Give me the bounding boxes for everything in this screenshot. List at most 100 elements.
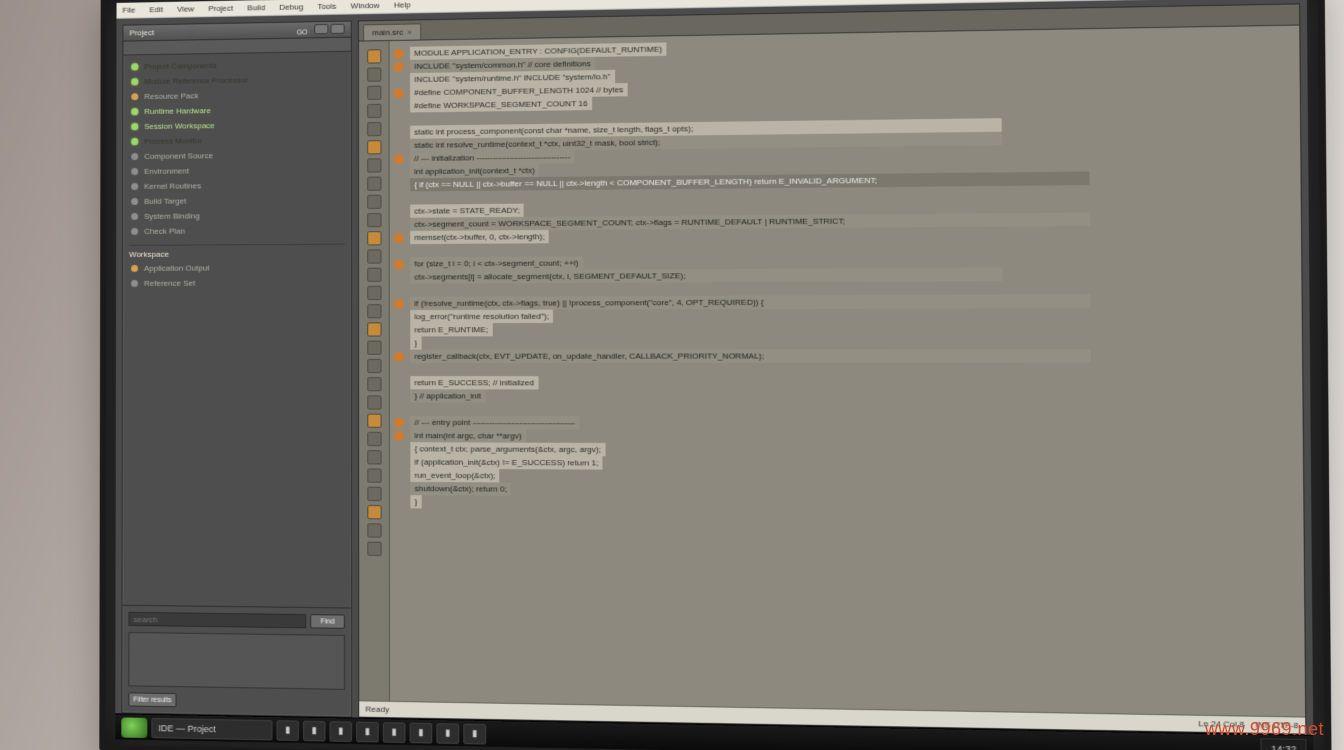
breakpoint-icon[interactable]: [394, 127, 404, 137]
gutter-marker-icon[interactable]: [367, 432, 381, 446]
breakpoint-icon[interactable]: [394, 246, 404, 256]
breakpoint-icon[interactable]: [394, 167, 404, 177]
menu-item[interactable]: Debug: [279, 2, 303, 11]
gutter-marker-icon[interactable]: [367, 195, 381, 209]
menu-item[interactable]: Project: [208, 4, 233, 13]
tree-item[interactable]: Check Plan: [129, 222, 345, 239]
breakpoint-icon[interactable]: [394, 62, 404, 72]
gutter-marker-icon[interactable]: [367, 286, 381, 300]
taskbar-app-icon[interactable]: ▮: [463, 723, 486, 744]
gutter-marker-icon[interactable]: [367, 158, 381, 172]
search-input[interactable]: [128, 612, 306, 628]
gutter-marker-icon[interactable]: [367, 104, 381, 118]
menu-item[interactable]: File: [122, 6, 135, 15]
gutter-marker-icon[interactable]: [367, 268, 381, 282]
code-line[interactable]: // --- entry point ---------------------…: [394, 416, 1296, 432]
gutter-marker-icon[interactable]: [367, 505, 381, 519]
gutter-marker-icon[interactable]: [367, 395, 381, 409]
breakpoint-icon[interactable]: [394, 298, 404, 308]
breakpoint-icon[interactable]: [394, 325, 404, 335]
gutter-marker-icon[interactable]: [367, 67, 381, 81]
breakpoint-icon[interactable]: [394, 483, 404, 493]
code-line[interactable]: [394, 363, 1296, 377]
breakpoint-icon[interactable]: [394, 378, 404, 388]
taskbar-app-icon[interactable]: ▮: [410, 722, 433, 743]
code-area[interactable]: MODULE APPLICATION_ENTRY : CONFIG(DEFAUL…: [390, 26, 1306, 717]
taskbar-app-icon[interactable]: ▮: [356, 721, 379, 742]
gutter-marker-icon[interactable]: [367, 542, 381, 556]
gutter-marker-icon[interactable]: [367, 450, 381, 464]
breakpoint-icon[interactable]: [394, 470, 404, 480]
breakpoint-icon[interactable]: [394, 154, 404, 164]
gutter-marker-icon[interactable]: [367, 414, 381, 428]
breakpoint-icon[interactable]: [394, 351, 404, 361]
breakpoint-icon[interactable]: [394, 193, 404, 203]
taskbar-app-icon[interactable]: ▮: [436, 723, 459, 744]
breakpoint-icon[interactable]: [394, 206, 404, 216]
breakpoint-icon[interactable]: [394, 430, 404, 440]
gutter-marker-icon[interactable]: [367, 86, 381, 100]
taskbar-app-icon[interactable]: ▮: [383, 722, 406, 743]
gutter-marker-icon[interactable]: [367, 523, 381, 537]
breakpoint-icon[interactable]: [394, 75, 404, 85]
gutter-marker-icon[interactable]: [367, 249, 381, 263]
gutter-marker-icon[interactable]: [367, 487, 381, 501]
gutter-marker-icon[interactable]: [367, 49, 381, 63]
filter-button[interactable]: Filter results: [128, 692, 176, 707]
breakpoint-icon[interactable]: [394, 285, 404, 295]
breakpoint-icon[interactable]: [394, 457, 404, 467]
breakpoint-icon[interactable]: [394, 219, 404, 229]
tree-item[interactable]: Reference Set: [129, 275, 345, 291]
close-icon[interactable]: ×: [407, 28, 412, 37]
breakpoint-icon[interactable]: [394, 114, 404, 124]
breakpoint-icon[interactable]: [394, 391, 404, 401]
tree-item[interactable]: Application Output: [129, 260, 345, 276]
taskbar-app-icon[interactable]: ▮: [303, 720, 325, 741]
taskbar-app-icon[interactable]: ▮: [277, 720, 299, 741]
search-button[interactable]: Find: [310, 614, 345, 629]
breakpoint-icon[interactable]: [394, 312, 404, 322]
editor-tab[interactable]: main.src ×: [363, 23, 421, 40]
gutter-marker-icon[interactable]: [367, 213, 381, 227]
breakpoint-icon[interactable]: [394, 101, 404, 111]
code-line[interactable]: }: [394, 335, 1295, 350]
menu-item[interactable]: Window: [351, 1, 380, 11]
gutter-marker-icon[interactable]: [367, 231, 381, 245]
project-tree[interactable]: Project ComponentsModule Reference Proce…: [123, 52, 351, 608]
menu-item[interactable]: View: [177, 4, 194, 13]
breakpoint-icon[interactable]: [394, 417, 404, 427]
breakpoint-icon[interactable]: [394, 497, 404, 507]
breakpoint-icon[interactable]: [394, 88, 404, 98]
gutter-marker-icon[interactable]: [367, 304, 381, 318]
breakpoint-icon[interactable]: [394, 272, 404, 282]
breakpoint-icon[interactable]: [394, 338, 404, 348]
menu-item[interactable]: Edit: [149, 5, 163, 14]
menu-item[interactable]: Help: [394, 0, 411, 9]
menu-item[interactable]: Build: [247, 3, 265, 12]
tree-item[interactable]: System Binding: [129, 207, 345, 224]
gutter-marker-icon[interactable]: [367, 140, 381, 154]
gutter-marker-icon[interactable]: [367, 322, 381, 336]
gutter-marker-icon[interactable]: [367, 359, 381, 373]
gutter-marker-icon[interactable]: [367, 177, 381, 191]
menu-item[interactable]: Tools: [317, 2, 336, 11]
breakpoint-icon[interactable]: [394, 404, 404, 414]
code-line[interactable]: return E_SUCCESS; // initialized: [394, 376, 1296, 390]
breakpoint-icon[interactable]: [394, 48, 404, 58]
panel-tool-button-2[interactable]: [330, 23, 344, 33]
breakpoint-icon[interactable]: [394, 233, 404, 243]
gutter-marker-icon[interactable]: [367, 341, 381, 355]
panel-tool-button[interactable]: [314, 23, 328, 33]
breakpoint-icon[interactable]: [394, 180, 404, 190]
gutter-marker-icon[interactable]: [367, 468, 381, 482]
gutter-marker-icon[interactable]: [367, 377, 381, 391]
start-button[interactable]: [121, 717, 147, 738]
breakpoint-icon[interactable]: [394, 444, 404, 454]
taskbar-app-icon[interactable]: ▮: [330, 721, 353, 742]
code-line[interactable]: register_callback(ctx, EVT_UPDATE, on_up…: [394, 349, 1296, 363]
breakpoint-icon[interactable]: [394, 140, 404, 150]
gutter-marker-icon[interactable]: [367, 122, 381, 136]
breakpoint-icon[interactable]: [394, 259, 404, 269]
taskbar-window-button[interactable]: IDE — Project: [151, 717, 272, 740]
breakpoint-icon[interactable]: [394, 364, 404, 374]
